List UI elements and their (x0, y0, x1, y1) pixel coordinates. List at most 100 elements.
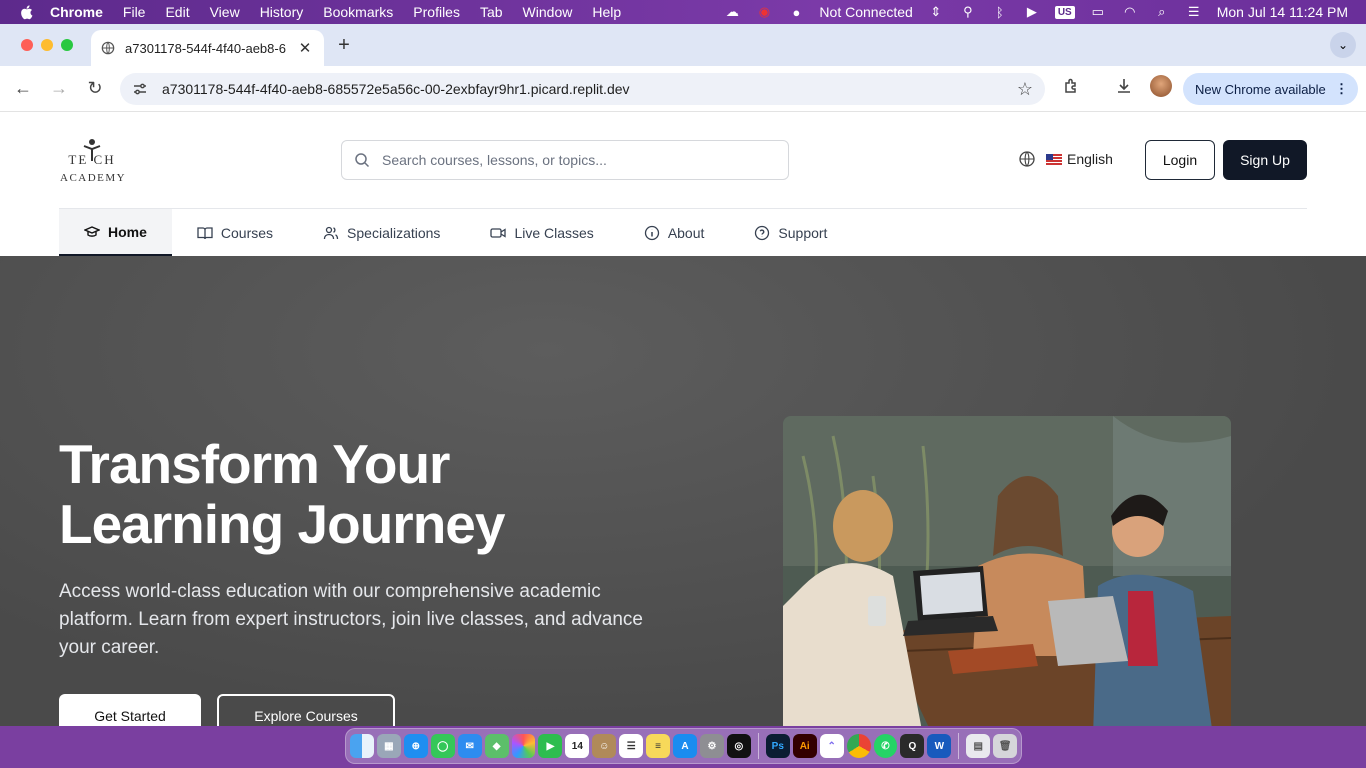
language-selector[interactable]: English (1018, 150, 1113, 168)
menu-file[interactable]: File (123, 4, 146, 20)
documents-stack-icon[interactable]: ▤ (966, 734, 991, 758)
hero-title: Transform Your Learning Journey (59, 434, 699, 554)
menu-datetime[interactable]: Mon Jul 14 11:24 PM (1217, 4, 1348, 20)
update-chrome-button[interactable]: New Chrome available ⋮ (1183, 73, 1358, 105)
extensions-puzzle-icon[interactable] (1060, 74, 1084, 98)
users-icon (323, 226, 339, 239)
bluetooth-icon[interactable]: ᛒ (991, 4, 1009, 20)
finder-icon[interactable] (350, 734, 374, 758)
profile-avatar[interactable] (1150, 75, 1172, 97)
globe-icon (1019, 151, 1035, 167)
course-search-input[interactable]: Search courses, lessons, or topics... (341, 140, 789, 180)
word-icon[interactable]: W (927, 734, 952, 758)
photoshop-icon[interactable]: Ps (765, 734, 790, 758)
students-illustration (783, 416, 1231, 726)
maps-icon[interactable]: ◆ (484, 734, 509, 758)
chrome-icon[interactable] (846, 734, 871, 758)
system-settings-icon[interactable]: ⚙ (699, 734, 724, 758)
menu-window[interactable]: Window (523, 4, 573, 20)
signup-button[interactable]: Sign Up (1223, 140, 1307, 180)
nav-courses-label: Courses (220, 224, 274, 241)
app-status-icon[interactable]: ● (787, 4, 805, 20)
vpn-status-text[interactable]: Not Connected (819, 4, 912, 20)
chrome-window: a7301178-544f-4f40-aeb8-6 ✕ + ⌄ ← → ↻ a7… (0, 24, 1366, 726)
dock-separator (757, 733, 759, 759)
back-arrow-icon[interactable]: ← (8, 74, 38, 104)
menu-edit[interactable]: Edit (165, 4, 189, 20)
downloads-icon[interactable] (1112, 74, 1136, 98)
more-menu-icon[interactable]: ⋮ (1335, 81, 1348, 97)
close-tab-icon[interactable]: ✕ (296, 39, 314, 57)
facetime-icon[interactable]: ▶ (538, 734, 563, 758)
nav-about[interactable]: About (619, 209, 730, 256)
language-label: English (1067, 151, 1113, 167)
photos-icon[interactable] (511, 734, 536, 758)
quicktime-icon[interactable]: Q (900, 734, 925, 758)
new-tab-icon[interactable]: + (334, 34, 354, 57)
menu-history[interactable]: History (260, 4, 304, 20)
menu-bookmarks[interactable]: Bookmarks (323, 4, 393, 20)
reload-icon[interactable]: ↻ (80, 74, 110, 104)
trash-icon[interactable]: 🗑 (993, 734, 1018, 758)
control-center-icon[interactable]: ☰ (1185, 4, 1203, 20)
tech-academy-logo[interactable]: TE CH ACADEMY (60, 139, 127, 184)
menu-help[interactable]: Help (592, 4, 621, 20)
app-store-icon[interactable]: A (673, 734, 697, 758)
notes-icon[interactable]: ≡ (646, 734, 671, 758)
binoculars-icon[interactable]: ⚲ (959, 4, 977, 20)
clickup-icon[interactable]: ⌃ (819, 734, 844, 758)
logo-line2: ACADEMY (60, 172, 127, 184)
menu-view[interactable]: View (210, 4, 240, 20)
nav-courses[interactable]: Courses (172, 209, 298, 256)
nav-support[interactable]: Support (729, 209, 852, 256)
globe-favicon-icon (101, 41, 115, 55)
hero-title-line1: Transform Your (59, 433, 450, 495)
tab-search-chevron-icon[interactable]: ⌄ (1330, 32, 1356, 58)
battery-icon[interactable]: ▭ (1089, 4, 1107, 20)
contacts-icon[interactable]: ☺ (592, 734, 617, 758)
get-started-button[interactable]: Get Started (59, 694, 201, 726)
input-source-badge[interactable]: US (1054, 5, 1075, 19)
bookmark-star-icon[interactable]: ☆ (1017, 79, 1033, 100)
nav-home[interactable]: Home (59, 209, 172, 256)
record-icon[interactable]: ◉ (755, 4, 773, 20)
creative-cloud-icon[interactable]: ☁ (723, 4, 741, 20)
arrows-icon[interactable]: ⇕ (927, 4, 945, 20)
menu-app-name[interactable]: Chrome (50, 4, 103, 20)
reminders-icon[interactable]: ☰ (619, 734, 644, 758)
nav-live-classes[interactable]: Live Classes (465, 209, 618, 256)
illustrator-icon[interactable]: Ai (792, 734, 817, 758)
close-window-button[interactable] (21, 39, 33, 51)
fullscreen-window-button[interactable] (61, 39, 73, 51)
play-icon[interactable]: ▶ (1023, 4, 1041, 20)
menu-profiles[interactable]: Profiles (413, 4, 460, 20)
window-controls (21, 39, 73, 51)
messages-icon[interactable]: ◯ (430, 734, 455, 758)
search-icon (355, 153, 370, 168)
minimize-window-button[interactable] (41, 39, 53, 51)
mail-icon[interactable]: ✉ (457, 734, 482, 758)
address-bar[interactable]: a7301178-544f-4f40-aeb8-685572e5a56c-00-… (120, 73, 1045, 105)
apple-icon[interactable] (18, 3, 36, 21)
explore-courses-button[interactable]: Explore Courses (217, 694, 395, 726)
spotlight-search-icon[interactable]: ⌕ (1153, 4, 1171, 20)
nav-live-classes-label: Live Classes (514, 224, 594, 241)
graduation-cap-icon (84, 225, 100, 237)
calendar-icon[interactable]: 14 (565, 734, 590, 758)
browser-tab-active[interactable]: a7301178-544f-4f40-aeb8-6 ✕ (91, 30, 324, 66)
site-settings-icon[interactable] (132, 81, 148, 97)
wifi-icon[interactable]: ◠ (1121, 4, 1139, 20)
site-header: TE CH ACADEMY Search courses, lessons, o… (0, 112, 1366, 256)
safari-icon[interactable]: ⊕ (403, 734, 428, 758)
login-button[interactable]: Login (1145, 140, 1215, 180)
launchpad-icon[interactable]: ▦ (376, 734, 401, 758)
url-text[interactable]: a7301178-544f-4f40-aeb8-685572e5a56c-00-… (162, 81, 1017, 97)
forward-arrow-icon[interactable]: → (44, 74, 74, 104)
help-circle-icon (755, 225, 770, 240)
nav-specializations[interactable]: Specializations (298, 209, 465, 256)
menu-tab[interactable]: Tab (480, 4, 503, 20)
chatgpt-icon[interactable]: ◎ (726, 734, 751, 758)
us-flag-icon (1046, 153, 1062, 165)
main-navigation: Home Courses Specializations Live Classe… (59, 209, 852, 256)
whatsapp-icon[interactable]: ✆ (873, 734, 898, 758)
